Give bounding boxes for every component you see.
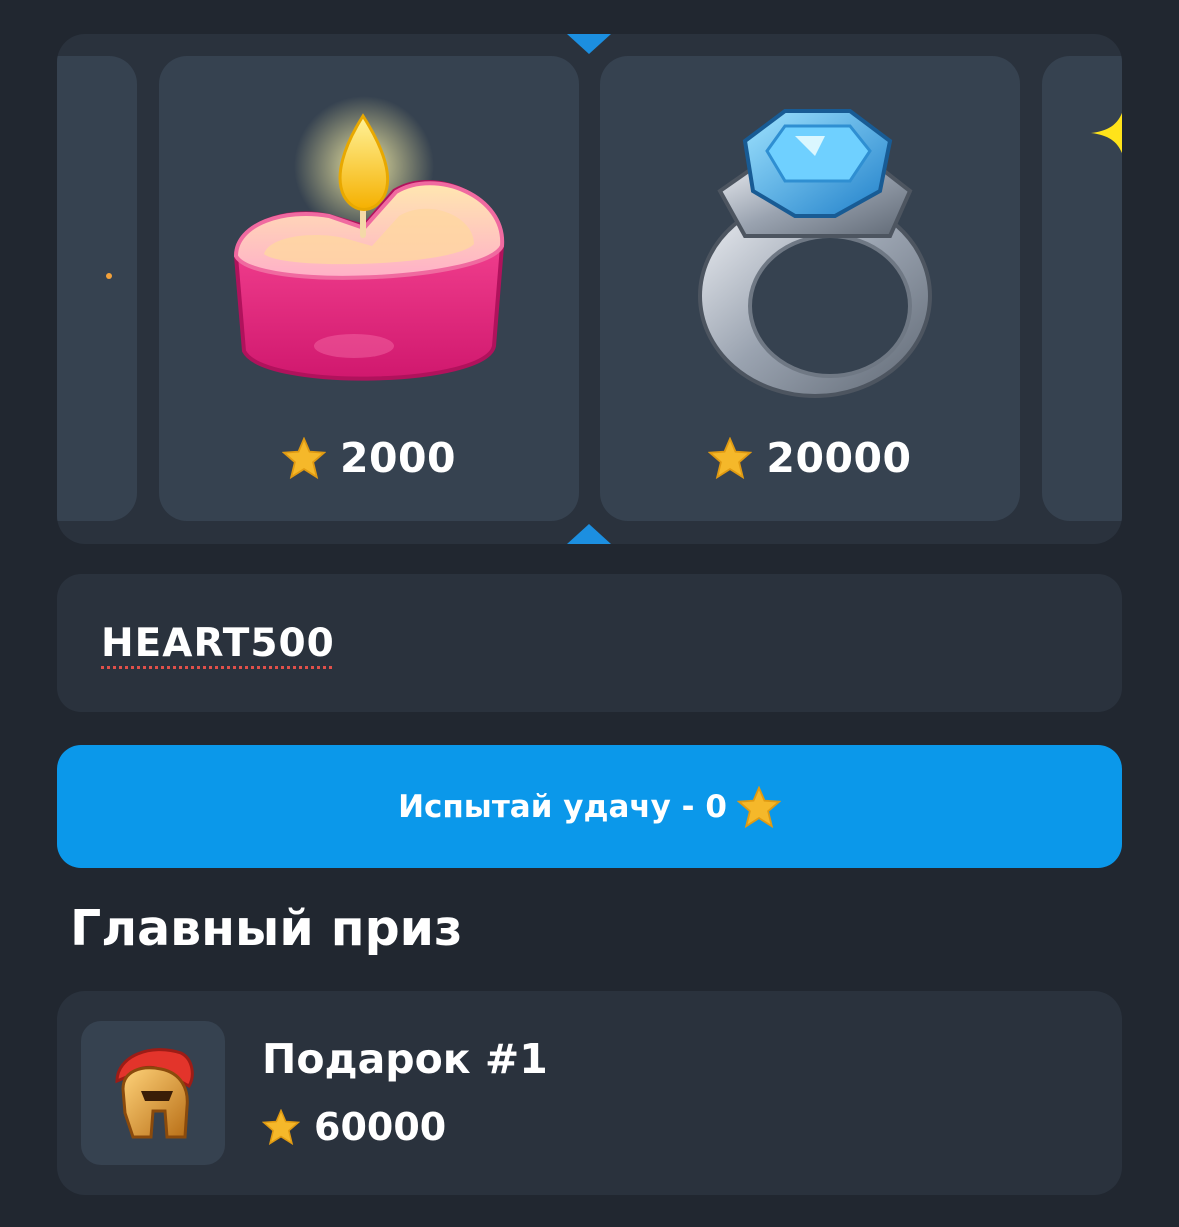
prize-carousel[interactable]: 2000 20000 bbox=[57, 34, 1122, 544]
try-luck-button-label: Испытай удачу - 0 bbox=[398, 788, 727, 825]
promo-code-value: HEART500 bbox=[101, 620, 335, 666]
price-value: 20000 bbox=[766, 434, 912, 482]
spartan-helmet-icon bbox=[115, 1048, 194, 1139]
main-prize-name: Подарок #1 bbox=[262, 1035, 548, 1083]
roulette-pointer-bottom bbox=[567, 524, 611, 544]
heart-candle-icon bbox=[233, 96, 505, 381]
gift-roulette-screen: 2000 20000 HEART500 Испытай удачу - 0 Гл… bbox=[0, 0, 1179, 1227]
roulette-pointer-top bbox=[567, 34, 611, 54]
main-prize-price-value: 60000 bbox=[314, 1105, 447, 1149]
main-prize-heading: Главный приз bbox=[70, 900, 463, 957]
yellow-sparkle-icon bbox=[1091, 112, 1122, 154]
promo-code-input[interactable]: HEART500 bbox=[57, 574, 1122, 712]
carousel-item-partial-right bbox=[1042, 56, 1122, 521]
price-value: 2000 bbox=[339, 434, 457, 482]
main-prize-card[interactable]: Подарок #1 60000 bbox=[57, 991, 1122, 1195]
star-icon bbox=[281, 437, 326, 479]
diamond-ring-icon bbox=[698, 109, 932, 398]
star-icon bbox=[736, 785, 781, 828]
orange-spark-icon bbox=[106, 273, 112, 279]
try-luck-button[interactable]: Испытай удачу - 0 bbox=[57, 745, 1122, 868]
star-icon bbox=[708, 437, 753, 479]
carousel-item-partial-left bbox=[57, 56, 137, 521]
main-prize-price: 60000 bbox=[262, 1105, 446, 1149]
carousel-item[interactable]: 20000 bbox=[600, 56, 1020, 521]
star-icon bbox=[262, 1109, 300, 1145]
main-prize-thumbnail bbox=[81, 1021, 225, 1165]
carousel-item-price: 2000 bbox=[159, 434, 579, 482]
carousel-item-price: 20000 bbox=[600, 434, 1020, 482]
carousel-item[interactable]: 2000 bbox=[159, 56, 579, 521]
